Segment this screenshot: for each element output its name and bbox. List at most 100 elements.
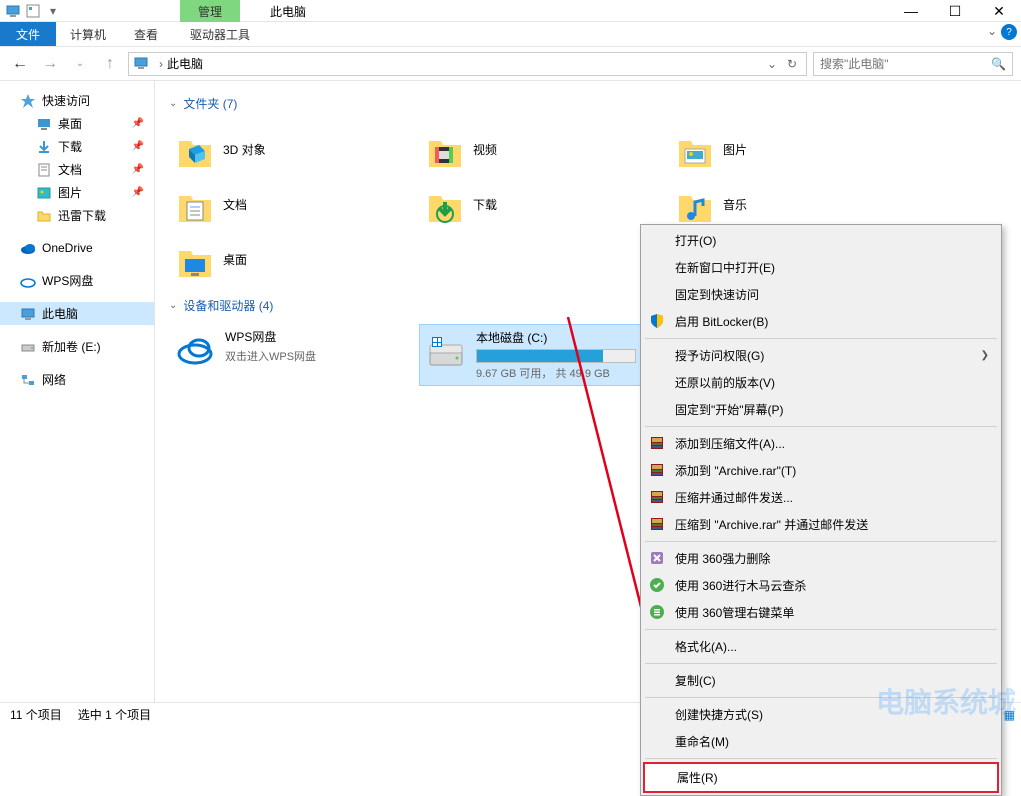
drive-usage-bar — [476, 349, 636, 363]
help-icon[interactable]: ? — [1001, 24, 1017, 40]
pin-icon: 📌 — [132, 118, 144, 129]
menu-item[interactable]: 属性(R) — [643, 762, 999, 793]
menu-item[interactable]: 添加到压缩文件(A)... — [643, 430, 999, 457]
qat-dropdown-icon[interactable]: ▾ — [44, 2, 62, 20]
menu-separator — [645, 758, 997, 759]
menu-separator — [645, 426, 997, 427]
status-item-count: 11 个项目 — [10, 706, 62, 723]
folder-icon — [36, 208, 52, 224]
drive-item-cloud[interactable]: WPS网盘双击进入WPS网盘 — [169, 324, 419, 386]
document-icon — [36, 162, 52, 178]
menu-item[interactable]: 创建快捷方式(S) — [643, 701, 999, 728]
address-dropdown-icon[interactable]: ⌄ — [762, 57, 782, 71]
sidebar-network[interactable]: 网络 — [0, 368, 154, 391]
pc-icon — [4, 2, 22, 20]
rar-icon — [649, 435, 667, 453]
menu-item[interactable]: 压缩并通过邮件发送... — [643, 484, 999, 511]
ribbon-file-tab[interactable]: 文件 — [0, 22, 56, 46]
folder-label: 文档 — [223, 196, 247, 213]
360menu-icon — [649, 604, 667, 622]
menu-item[interactable]: 固定到快速访问 — [643, 281, 999, 308]
menu-item[interactable]: 添加到 "Archive.rar"(T) — [643, 457, 999, 484]
picture-icon — [36, 185, 52, 201]
sidebar-this-pc[interactable]: 此电脑 — [0, 302, 154, 325]
chevron-down-icon: ⌄ — [169, 300, 177, 311]
nav-bar: ← → ⌄ ↑ › 此电脑 ⌄ ↻ 🔍 — [0, 47, 1021, 81]
rar-icon — [649, 462, 667, 480]
sidebar-item[interactable]: 文档📌 — [0, 158, 154, 181]
sidebar-quick-access[interactable]: 快速访问 — [0, 89, 154, 112]
menu-item[interactable]: 复制(C) — [643, 667, 999, 694]
menu-item[interactable]: 还原以前的版本(V) — [643, 369, 999, 396]
360scan-icon — [649, 577, 667, 595]
address-refresh-icon[interactable]: ↻ — [782, 57, 802, 71]
address-bar[interactable]: › 此电脑 ⌄ ↻ — [128, 52, 807, 76]
ribbon-tab-computer[interactable]: 计算机 — [56, 22, 120, 46]
rar-icon — [649, 489, 667, 507]
menu-item[interactable]: 授予访问权限(G)❯ — [643, 342, 999, 369]
folder-label: 音乐 — [723, 196, 747, 213]
music-folder-icon — [673, 184, 715, 226]
menu-item[interactable]: 压缩到 "Archive.rar" 并通过邮件发送 — [643, 511, 999, 538]
nav-up-button[interactable]: ↑ — [98, 52, 122, 76]
sidebar-item[interactable]: 迅雷下载 — [0, 204, 154, 227]
menu-item[interactable]: 打开(O) — [643, 227, 999, 254]
sidebar-new-volume[interactable]: 新加卷 (E:) — [0, 335, 154, 358]
menu-item[interactable]: 使用 360强力删除 — [643, 545, 999, 572]
folder-label: 图片 — [723, 141, 747, 158]
ribbon-tab-view[interactable]: 查看 — [120, 22, 172, 46]
chevron-right-icon: ❯ — [981, 350, 989, 361]
search-box[interactable]: 🔍 — [813, 52, 1013, 76]
close-button[interactable]: ✕ — [977, 0, 1021, 22]
context-menu: 打开(O)在新窗口中打开(E)固定到快速访问启用 BitLocker(B) 授予访… — [640, 224, 1002, 796]
sidebar-item[interactable]: 下载📌 — [0, 135, 154, 158]
minimize-button[interactable]: — — [889, 0, 933, 22]
sidebar-wps[interactable]: WPS网盘 — [0, 269, 154, 292]
nav-back-button[interactable]: ← — [8, 52, 32, 76]
folder-item[interactable]: 下载 — [419, 177, 669, 232]
menu-item[interactable]: 固定到"开始"屏幕(P) — [643, 396, 999, 423]
folder-item[interactable]: 视频 — [419, 122, 669, 177]
download-folder-icon — [423, 184, 465, 226]
nav-recent-dropdown[interactable]: ⌄ — [68, 52, 92, 76]
status-selected-count: 选中 1 个项目 — [78, 706, 151, 723]
menu-separator — [645, 663, 997, 664]
sidebar-onedrive[interactable]: OneDrive — [0, 237, 154, 259]
pc-icon — [20, 306, 36, 322]
pc-icon — [133, 55, 151, 73]
menu-separator — [645, 629, 997, 630]
sidebar-item[interactable]: 桌面📌 — [0, 112, 154, 135]
address-text: 此电脑 — [167, 55, 762, 72]
folder-item[interactable]: 桌面 — [169, 232, 419, 287]
drive-item[interactable]: 本地磁盘 (C:)9.67 GB 可用， 共 49.9 GB — [419, 324, 669, 386]
view-icons-icon[interactable]: ▦ — [1004, 708, 1015, 722]
rar-icon — [649, 516, 667, 534]
3d-folder-icon — [173, 129, 215, 171]
menu-item[interactable]: 启用 BitLocker(B) — [643, 308, 999, 335]
sidebar-item[interactable]: 图片📌 — [0, 181, 154, 204]
menu-item[interactable]: 使用 360进行木马云查杀 — [643, 572, 999, 599]
star-icon — [20, 93, 36, 109]
window-title: 此电脑 — [270, 3, 306, 20]
ribbon-tab-drivetools[interactable]: 驱动器工具 — [176, 22, 264, 46]
ribbon-collapse-icon[interactable]: ⌄ — [987, 24, 997, 40]
qat-properties-icon[interactable] — [24, 2, 42, 20]
ribbon-context-tab[interactable]: 管理 — [180, 0, 240, 22]
folder-item[interactable]: 3D 对象 — [169, 122, 419, 177]
folder-item[interactable]: 文档 — [169, 177, 419, 232]
drive-icon — [20, 339, 36, 355]
search-input[interactable] — [820, 57, 991, 71]
maximize-button[interactable]: ☐ — [933, 0, 977, 22]
ribbon: 文件 计算机 查看 驱动器工具 ⌄ ? — [0, 22, 1021, 47]
search-icon[interactable]: 🔍 — [991, 57, 1006, 71]
menu-item[interactable]: 重命名(M) — [643, 728, 999, 755]
menu-item[interactable]: 在新窗口中打开(E) — [643, 254, 999, 281]
menu-item[interactable]: 使用 360管理右键菜单 — [643, 599, 999, 626]
pin-icon: 📌 — [132, 141, 144, 152]
360del-icon — [649, 550, 667, 568]
menu-separator — [645, 338, 997, 339]
group-folders[interactable]: ⌄ 文件夹 (7) — [169, 95, 1007, 112]
folder-item[interactable]: 图片 — [669, 122, 919, 177]
nav-forward-button[interactable]: → — [38, 52, 62, 76]
menu-item[interactable]: 格式化(A)... — [643, 633, 999, 660]
